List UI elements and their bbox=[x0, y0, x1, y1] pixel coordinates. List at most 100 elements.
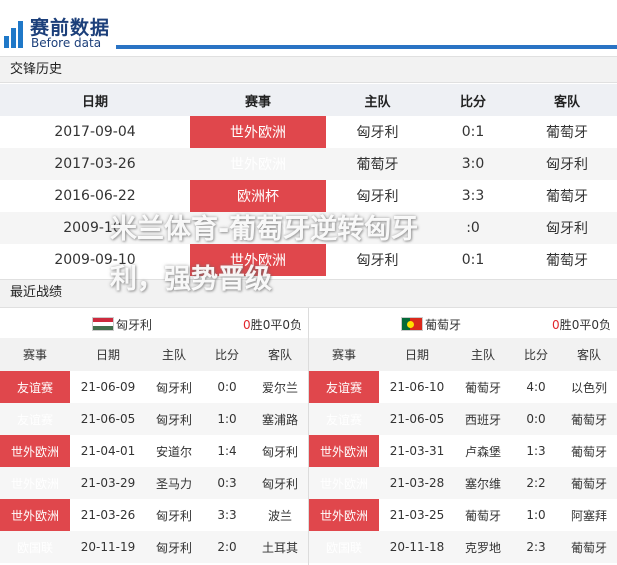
h2h-away-team: 葡萄牙 bbox=[546, 125, 588, 141]
h2h-table: 日期 赛事 主队 比分 客队 2017-09-04 世外欧洲 匈牙利 0:1 葡萄牙 20… bbox=[0, 84, 617, 276]
h2h-col-date: 日期 bbox=[0, 84, 190, 116]
right-recent-row[interactable]: 世外欧洲 21-03-28 塞尔维 2:2 葡萄牙 bbox=[309, 467, 617, 499]
left-team-name: 匈牙利 bbox=[116, 318, 153, 332]
right-recent-table: 赛事 日期 主队 比分 客队 友谊赛 21-06-10 葡萄牙 4:0 以色列 友谊赛 21… bbox=[309, 338, 617, 563]
h2h-event-badge: 世外欧洲 bbox=[190, 148, 326, 180]
left-event-badge: 欧国联 bbox=[0, 531, 70, 563]
h2h-date: 2017-09-04 bbox=[54, 124, 136, 140]
left-away-team: 爱尔兰 bbox=[261, 380, 298, 395]
header-accent-line bbox=[116, 45, 617, 49]
left-away-team: 塞浦路 bbox=[252, 403, 308, 435]
left-event-badge: 世外欧洲 bbox=[0, 467, 70, 499]
left-score: 1:0 bbox=[202, 403, 252, 435]
h2h-away-team: 葡萄牙 bbox=[546, 189, 588, 205]
right-score: 4:0 bbox=[526, 380, 546, 394]
right-score: 1:0 bbox=[526, 508, 546, 522]
left-event-badge: 世外欧洲 bbox=[0, 435, 70, 467]
h2h-score: 3:3 bbox=[461, 188, 485, 204]
left-score: 0:3 bbox=[202, 467, 252, 499]
right-date: 21-03-28 bbox=[379, 467, 455, 499]
left-recent-row[interactable]: 友谊赛 21-06-05 匈牙利 1:0 塞浦路 bbox=[0, 403, 308, 435]
right-event-badge: 欧国联 bbox=[309, 531, 379, 563]
h2h-row[interactable]: 2017-03-26 世外欧洲 葡萄牙 3:0 匈牙利 bbox=[0, 148, 617, 180]
h2h-row[interactable]: 2009-09-10 世外欧洲 匈牙利 0:1 葡萄牙 bbox=[0, 244, 617, 276]
right-home-team: 塞尔维 bbox=[455, 467, 511, 499]
h2h-date: 2017-03-26 bbox=[0, 148, 190, 180]
right-score: 0:0 bbox=[511, 403, 561, 435]
h2h-away-team: 匈牙利 bbox=[517, 148, 617, 180]
right-recent-header-row: 赛事 日期 主队 比分 客队 bbox=[309, 338, 617, 371]
left-team-record: 0胜0平0负 bbox=[243, 318, 302, 332]
h2h-date: 2009-09-10 bbox=[54, 252, 136, 268]
left-recent-row[interactable]: 世外欧洲 21-03-26 匈牙利 3:3 波兰 bbox=[0, 499, 308, 531]
left-score: 2:0 bbox=[202, 531, 252, 563]
page-header: 赛前数据 Before data bbox=[0, 0, 617, 56]
recent-section-title: 最近战绩 bbox=[0, 279, 617, 308]
left-col-away: 客队 bbox=[252, 338, 308, 371]
h2h-date: 2009-10- bbox=[0, 212, 190, 244]
left-home-team: 匈牙利 bbox=[155, 508, 192, 523]
left-score: 3:3 bbox=[217, 508, 237, 522]
h2h-col-home: 主队 bbox=[326, 84, 429, 116]
h2h-date: 2016-06-22 bbox=[54, 188, 136, 204]
right-away-team: 以色列 bbox=[570, 380, 607, 395]
left-home-team: 安道尔 bbox=[155, 444, 192, 459]
right-recent-row[interactable]: 友谊赛 21-06-05 西班牙 0:0 葡萄牙 bbox=[309, 403, 617, 435]
right-date: 20-11-18 bbox=[379, 531, 455, 563]
right-away-team: 葡萄牙 bbox=[561, 531, 617, 563]
right-away-team: 葡萄牙 bbox=[570, 444, 607, 459]
right-team-name: 葡萄牙 bbox=[425, 318, 462, 332]
h2h-section-title: 交锋历史 bbox=[0, 56, 617, 83]
right-score: 2:2 bbox=[511, 467, 561, 499]
h2h-score: 0:1 bbox=[461, 124, 485, 140]
left-away-team: 匈牙利 bbox=[261, 444, 298, 459]
h2h-away-team: 匈牙利 bbox=[517, 212, 617, 244]
left-col-score: 比分 bbox=[202, 338, 252, 371]
right-recent-row[interactable]: 世外欧洲 21-03-31 卢森堡 1:3 葡萄牙 bbox=[309, 435, 617, 467]
left-date: 21-06-09 bbox=[80, 380, 136, 394]
right-home-team: 克罗地 bbox=[455, 531, 511, 563]
right-home-team: 西班牙 bbox=[455, 403, 511, 435]
left-recent-row[interactable]: 欧国联 20-11-19 匈牙利 2:0 土耳其 bbox=[0, 531, 308, 563]
h2h-score: 3:0 bbox=[429, 148, 517, 180]
right-event-badge: 世外欧洲 bbox=[309, 435, 379, 467]
hungary-flag-icon bbox=[92, 317, 114, 331]
right-team-header: 葡萄牙 0胜0平0负 bbox=[309, 308, 617, 338]
right-event-badge: 友谊赛 bbox=[309, 371, 379, 403]
h2h-away-team: 葡萄牙 bbox=[546, 253, 588, 269]
right-away-team: 葡萄牙 bbox=[561, 467, 617, 499]
h2h-row[interactable]: 2017-09-04 世外欧洲 匈牙利 0:1 葡萄牙 bbox=[0, 116, 617, 148]
h2h-home-team: 匈牙利 bbox=[356, 125, 399, 141]
right-recent-row[interactable]: 欧国联 20-11-18 克罗地 2:3 葡萄牙 bbox=[309, 531, 617, 563]
h2h-home-team: 葡萄牙 bbox=[326, 148, 429, 180]
h2h-event-badge: 世外欧洲 bbox=[190, 212, 326, 244]
left-date: 21-04-01 bbox=[80, 444, 136, 458]
left-home-team: 圣马力 bbox=[146, 467, 202, 499]
left-event-badge: 友谊赛 bbox=[0, 371, 70, 403]
right-recent-row[interactable]: 世外欧洲 21-03-25 葡萄牙 1:0 阿塞拜 bbox=[309, 499, 617, 531]
h2h-home-team: 匈牙利 bbox=[356, 189, 399, 205]
left-recent-row[interactable]: 世外欧洲 21-04-01 安道尔 1:4 匈牙利 bbox=[0, 435, 308, 467]
h2h-event-badge: 世外欧洲 bbox=[190, 116, 326, 148]
right-col-home: 主队 bbox=[455, 338, 511, 371]
h2h-row[interactable]: 2016-06-22 欧洲杯 匈牙利 3:3 葡萄牙 bbox=[0, 180, 617, 212]
left-score: 0:0 bbox=[217, 380, 237, 394]
h2h-row[interactable]: 2009-10- 世外欧洲:0 匈牙利 bbox=[0, 212, 617, 244]
left-recent-row[interactable]: 友谊赛 21-06-09 匈牙利 0:0 爱尔兰 bbox=[0, 371, 308, 403]
portugal-flag-icon bbox=[401, 317, 423, 331]
right-col-date: 日期 bbox=[379, 338, 455, 371]
left-recent-table: 赛事 日期 主队 比分 客队 友谊赛 21-06-09 匈牙利 0:0 爱尔兰友谊赛 21… bbox=[0, 338, 308, 563]
left-score: 1:4 bbox=[217, 444, 237, 458]
h2h-score: 0:1 bbox=[461, 252, 485, 268]
right-recent-row[interactable]: 友谊赛 21-06-10 葡萄牙 4:0 以色列 bbox=[309, 371, 617, 403]
right-home-team: 葡萄牙 bbox=[464, 380, 501, 395]
left-date: 20-11-19 bbox=[70, 531, 146, 563]
left-team-header: 匈牙利 0胜0平0负 bbox=[0, 308, 308, 338]
h2h-event-badge: 欧洲杯 bbox=[190, 180, 326, 212]
left-recent-row[interactable]: 世外欧洲 21-03-29 圣马力 0:3 匈牙利 bbox=[0, 467, 308, 499]
h2h-col-score: 比分 bbox=[429, 84, 517, 116]
h2h-col-away: 客队 bbox=[517, 84, 617, 116]
right-score: 1:3 bbox=[526, 444, 546, 458]
h2h-col-event: 赛事 bbox=[190, 84, 326, 116]
left-recent-header-row: 赛事 日期 主队 比分 客队 bbox=[0, 338, 308, 371]
